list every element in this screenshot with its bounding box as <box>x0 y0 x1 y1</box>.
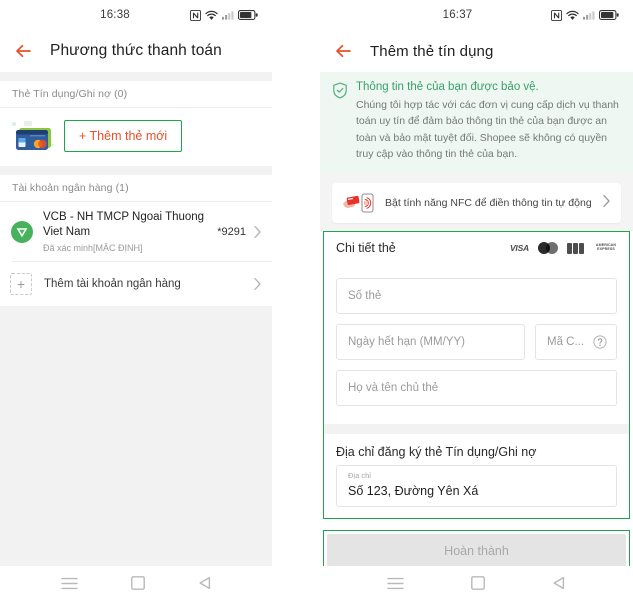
nfc-banner-label: Bật tính năng NFC để điền thông tin tự đ… <box>385 197 592 210</box>
right-app-bar: Thêm thẻ tín dụng <box>320 30 633 72</box>
accepted-card-brands: VISA AMERICAN EXPRESS <box>509 242 619 255</box>
nfc-icon <box>190 9 201 21</box>
menu-icon[interactable] <box>387 577 405 590</box>
signal-icon <box>222 10 234 20</box>
amex-logo-icon: AMERICAN EXPRESS <box>593 244 619 252</box>
add-new-card-button[interactable]: + Thêm thẻ mới <box>64 119 183 153</box>
submit-button[interactable]: Hoàn thành <box>327 533 626 568</box>
card-form-highlight-box: Chi tiết thẻ VISA AMERICAN EXPRESS Số th… <box>323 231 630 519</box>
battery-icon <box>599 10 619 20</box>
page-title: Phương thức thanh toán <box>50 42 222 59</box>
cvv-placeholder: Mã C... <box>547 336 585 349</box>
page-title-right: Thêm thẻ tín dụng <box>370 42 494 60</box>
left-app-bar: Phương thức thanh toán <box>0 30 272 72</box>
nfc-tap-card-illustration <box>342 191 376 215</box>
security-notice: Thông tin thẻ của bạn được bảo vệ. Chúng… <box>320 72 633 175</box>
bank-account-status: Đã xác minh[MẶC ĐỊNH] <box>43 243 143 254</box>
billing-address-title: Địa chỉ đăng ký thẻ Tín dụng/Ghi nợ <box>336 445 537 460</box>
address-field-label: Địa chỉ <box>348 471 371 481</box>
add-bank-account-label: Thêm tài khoản ngân hàng <box>44 278 181 291</box>
card-number-placeholder: Số thẻ <box>348 290 382 303</box>
shield-check-icon <box>332 82 348 99</box>
security-notice-title: Thông tin thẻ của bạn được bảo vệ. <box>356 81 539 93</box>
security-notice-body: Chúng tôi hợp tác với các đơn vị cung cấ… <box>356 99 619 160</box>
billing-address-wrap: Địa chỉ Số 123, Đường Yên Xá <box>324 463 629 518</box>
section-divider-band <box>0 72 272 81</box>
right-status-bar: 16:37 <box>320 0 633 30</box>
expiry-date-input[interactable]: Ngày hết hạn (MM/YY) <box>336 324 525 361</box>
vcb-bank-logo <box>10 220 34 244</box>
square-icon[interactable] <box>471 576 485 590</box>
back-arrow-icon[interactable] <box>12 38 38 64</box>
add-bank-account-row[interactable]: + Thêm tài khoản ngân hàng <box>0 262 272 307</box>
chevron-right-icon-2 <box>253 277 262 291</box>
expiry-placeholder: Ngày hết hạn (MM/YY) <box>348 336 465 349</box>
mastercard-logo-icon <box>538 242 558 255</box>
status-icons-right <box>551 9 619 21</box>
battery-icon <box>238 10 258 20</box>
wifi-icon <box>566 10 579 21</box>
cardholder-name-input[interactable]: Họ và tên chủ thẻ <box>336 370 617 407</box>
jcb-logo-icon <box>567 242 584 254</box>
cardholder-placeholder: Họ và tên chủ thẻ <box>348 382 439 395</box>
right-nav-bar <box>320 566 633 600</box>
screenshot-stage: 16:38 Phương thức thanh toán Thẻ Tín dụn… <box>0 0 633 600</box>
address-field-value: Số 123, Đường Yên Xá <box>348 483 479 498</box>
card-details-title: Chi tiết thẻ <box>336 241 396 256</box>
visa-logo-icon: VISA <box>509 243 529 254</box>
credit-cards-illustration <box>8 117 60 155</box>
card-fields: Số thẻ Ngày hết hạn (MM/YY) Mã C... Họ v… <box>324 264 629 417</box>
chevron-right-icon <box>602 194 611 213</box>
add-card-row: + Thêm thẻ mới <box>0 108 272 166</box>
back-arrow-icon[interactable] <box>332 38 358 64</box>
card-details-header: Chi tiết thẻ VISA AMERICAN EXPRESS <box>324 232 629 265</box>
bank-account-row[interactable]: VCB - NH TMCP Ngoai Thuong Viet Nam Đã x… <box>0 202 272 262</box>
plus-icon: + <box>10 273 32 296</box>
left-status-bar: 16:38 <box>0 0 272 30</box>
question-mark-icon[interactable] <box>593 335 607 349</box>
cvv-input[interactable]: Mã C... <box>535 324 617 361</box>
left-empty-area <box>0 306 272 577</box>
amex-line-2: EXPRESS <box>597 247 615 252</box>
left-phone-screen: 16:38 Phương thức thanh toán Thẻ Tín dụn… <box>0 0 272 600</box>
address-input[interactable]: Địa chỉ Số 123, Đường Yên Xá <box>336 465 617 507</box>
triangle-back-icon[interactable] <box>552 576 566 590</box>
section-divider-band-2 <box>0 166 272 175</box>
nfc-banner-wrap: Bật tính năng NFC để điền thông tin tự đ… <box>320 174 633 232</box>
security-notice-texts: Thông tin thẻ của bạn được bảo vệ. Chúng… <box>356 81 621 162</box>
left-nav-bar <box>0 566 272 600</box>
nfc-icon <box>551 9 562 21</box>
status-icons <box>190 9 258 21</box>
bank-account-masked-number: *9291 <box>217 225 246 238</box>
wifi-icon <box>205 10 218 21</box>
right-phone-screen: 16:37 Thêm thẻ tín dụng Thông tin thẻ củ… <box>320 0 633 600</box>
nfc-banner[interactable]: Bật tính năng NFC để điền thông tin tự đ… <box>332 183 621 224</box>
bank-account-texts: VCB - NH TMCP Ngoai Thuong Viet Nam Đã x… <box>43 210 213 253</box>
expiry-cvv-row: Ngày hết hạn (MM/YY) Mã C... <box>336 314 617 361</box>
triangle-back-icon[interactable] <box>198 576 212 590</box>
square-icon[interactable] <box>130 576 145 590</box>
card-number-input[interactable]: Số thẻ <box>336 278 617 315</box>
form-inner-divider <box>324 424 629 435</box>
menu-icon[interactable] <box>60 577 78 590</box>
panel-gutter <box>272 0 320 600</box>
credit-section-label: Thẻ Tín dụng/Ghi nợ (0) <box>0 81 272 107</box>
bank-account-name: VCB - NH TMCP Ngoai Thuong Viet Nam <box>43 211 205 239</box>
signal-icon <box>583 10 595 20</box>
bank-section-label: Tài khoản ngân hàng (1) <box>0 175 272 201</box>
chevron-right-icon <box>253 225 262 239</box>
